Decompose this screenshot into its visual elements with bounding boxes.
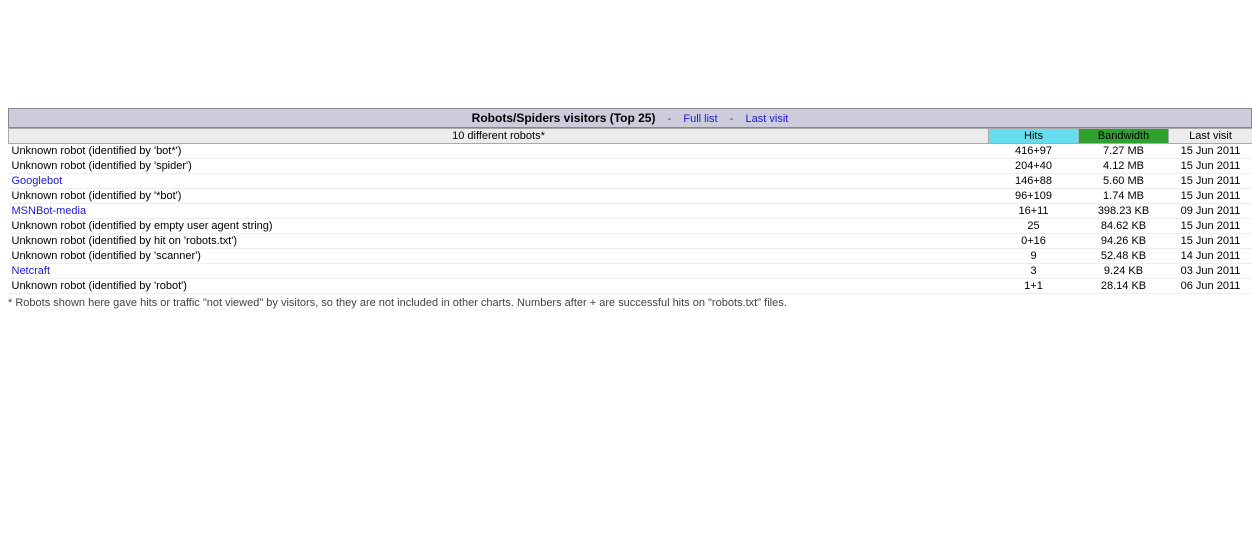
cell-hits: 9 — [989, 249, 1079, 264]
robots-table: 10 different robots* Hits Bandwidth Last… — [8, 128, 1252, 294]
cell-bandwidth: 4.12 MB — [1079, 159, 1169, 174]
header-hits: Hits — [989, 129, 1079, 144]
link-full-list[interactable]: Full list — [683, 113, 717, 125]
cell-hits: 3 — [989, 264, 1079, 279]
table-row: Unknown robot (identified by hit on 'rob… — [9, 234, 1252, 249]
cell-robot-name: Unknown robot (identified by hit on 'rob… — [9, 234, 989, 249]
cell-last-visit: 15 Jun 2011 — [1169, 144, 1252, 159]
robot-link[interactable]: Googlebot — [12, 175, 63, 187]
table-row: Unknown robot (identified by 'scanner')9… — [9, 249, 1252, 264]
cell-last-visit: 15 Jun 2011 — [1169, 159, 1252, 174]
table-header-row: 10 different robots* Hits Bandwidth Last… — [9, 129, 1252, 144]
cell-bandwidth: 94.26 KB — [1079, 234, 1169, 249]
footnote: * Robots shown here gave hits or traffic… — [8, 294, 1252, 312]
cell-bandwidth: 52.48 KB — [1079, 249, 1169, 264]
table-row: Unknown robot (identified by empty user … — [9, 219, 1252, 234]
cell-hits: 0+16 — [989, 234, 1079, 249]
cell-robot-name: Googlebot — [9, 174, 989, 189]
header-last: Last visit — [1169, 129, 1252, 144]
cell-last-visit: 15 Jun 2011 — [1169, 219, 1252, 234]
cell-hits: 146+88 — [989, 174, 1079, 189]
section-title: Robots/Spiders visitors (Top 25) — [472, 111, 656, 125]
cell-last-visit: 14 Jun 2011 — [1169, 249, 1252, 264]
table-row: Unknown robot (identified by '*bot')96+1… — [9, 189, 1252, 204]
cell-bandwidth: 398.23 KB — [1079, 204, 1169, 219]
cell-robot-name: Unknown robot (identified by 'robot') — [9, 279, 989, 294]
cell-robot-name: Unknown robot (identified by 'scanner') — [9, 249, 989, 264]
cell-hits: 416+97 — [989, 144, 1079, 159]
cell-robot-name: Unknown robot (identified by 'bot*') — [9, 144, 989, 159]
cell-bandwidth: 84.62 KB — [1079, 219, 1169, 234]
header-caption: 10 different robots* — [9, 129, 989, 144]
cell-last-visit: 06 Jun 2011 — [1169, 279, 1252, 294]
cell-robot-name: Unknown robot (identified by empty user … — [9, 219, 989, 234]
cell-bandwidth: 5.60 MB — [1079, 174, 1169, 189]
cell-robot-name: Netcraft — [9, 264, 989, 279]
table-row: Googlebot 146+885.60 MB15 Jun 2011 — [9, 174, 1252, 189]
cell-hits: 204+40 — [989, 159, 1079, 174]
cell-robot-name: Unknown robot (identified by '*bot') — [9, 189, 989, 204]
cell-hits: 16+11 — [989, 204, 1079, 219]
cell-robot-name: Unknown robot (identified by 'spider') — [9, 159, 989, 174]
cell-last-visit: 15 Jun 2011 — [1169, 234, 1252, 249]
cell-bandwidth: 28.14 KB — [1079, 279, 1169, 294]
cell-last-visit: 15 Jun 2011 — [1169, 189, 1252, 204]
table-row: MSNBot-media 16+11398.23 KB09 Jun 2011 — [9, 204, 1252, 219]
table-row: Unknown robot (identified by 'robot')1+1… — [9, 279, 1252, 294]
table-row: Netcraft 39.24 KB03 Jun 2011 — [9, 264, 1252, 279]
table-row: Unknown robot (identified by 'spider')20… — [9, 159, 1252, 174]
cell-hits: 96+109 — [989, 189, 1079, 204]
link-last-visit[interactable]: Last visit — [746, 113, 789, 125]
cell-last-visit: 09 Jun 2011 — [1169, 204, 1252, 219]
title-table: Robots/Spiders visitors (Top 25) - Full … — [8, 108, 1252, 128]
robot-link[interactable]: Netcraft — [12, 265, 51, 277]
cell-bandwidth: 7.27 MB — [1079, 144, 1169, 159]
header-bandwidth: Bandwidth — [1079, 129, 1169, 144]
cell-last-visit: 03 Jun 2011 — [1169, 264, 1252, 279]
robot-link[interactable]: MSNBot-media — [12, 205, 87, 217]
cell-robot-name: MSNBot-media — [9, 204, 989, 219]
table-row: Unknown robot (identified by 'bot*')416+… — [9, 144, 1252, 159]
cell-hits: 25 — [989, 219, 1079, 234]
cell-bandwidth: 9.24 KB — [1079, 264, 1169, 279]
cell-hits: 1+1 — [989, 279, 1079, 294]
cell-bandwidth: 1.74 MB — [1079, 189, 1169, 204]
cell-last-visit: 15 Jun 2011 — [1169, 174, 1252, 189]
